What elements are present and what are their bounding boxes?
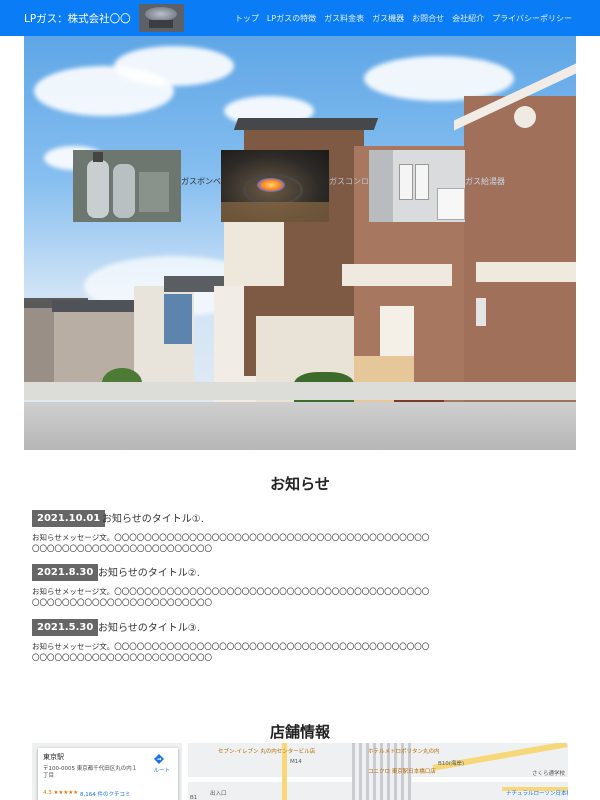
- nav-gas-appliances[interactable]: ガス機器: [372, 13, 404, 24]
- map-label: さくら通学校: [532, 771, 566, 777]
- news-message: お知らせメッセージ文。〇〇〇〇〇〇〇〇〇〇〇〇〇〇〇〇〇〇〇〇〇〇〇〇〇〇〇〇〇…: [32, 587, 430, 607]
- site-header: LPガス：株式会社〇〇 トップ LPガスの特徴 ガス料金表 ガス機器 お問合せ …: [0, 0, 600, 36]
- nav-privacy-policy[interactable]: プライバシーポリシー: [492, 13, 572, 24]
- water-heater-caption[interactable]: ガス給湯器: [465, 176, 505, 187]
- map-reviews-link[interactable]: 8,164 件のクチコミ: [80, 790, 131, 798]
- map-label: ホテルメトロポリタン丸の内: [368, 749, 440, 755]
- map-label: B1: [190, 795, 198, 800]
- map-label: 出入口: [210, 791, 227, 797]
- map-label: ナチュラルローソン日本橋二丁目店: [506, 791, 568, 797]
- map-place-card: 東京駅 〒100-0005 東京都千代田区丸の内１丁目 4.3 ★★★★★ 8,…: [38, 748, 178, 800]
- gas-cylinder-caption[interactable]: ガスボンベ: [181, 176, 221, 187]
- store-heading: 店舗情報: [269, 723, 330, 741]
- news-message: お知らせメッセージ文。〇〇〇〇〇〇〇〇〇〇〇〇〇〇〇〇〇〇〇〇〇〇〇〇〇〇〇〇〇…: [32, 533, 430, 553]
- news-date: 2021.5.30: [32, 619, 99, 636]
- news-title[interactable]: お知らせのタイトル②.: [98, 564, 200, 579]
- news-date: 2021.8.30: [32, 564, 99, 581]
- nav-company[interactable]: 会社紹介: [452, 13, 484, 24]
- google-map[interactable]: セブン-イレブン 丸の内センタービル店 ホテルメトロポリタン丸の内 コニクロ 東…: [32, 743, 568, 800]
- map-place-address: 〒100-0005 東京都千代田区丸の内１丁目: [43, 766, 138, 779]
- main-nav: トップ LPガスの特徴 ガス料金表 ガス機器 お問合せ 会社紹介 プライバシーポ…: [235, 0, 572, 36]
- news-title[interactable]: お知らせのタイトル①.: [102, 510, 204, 525]
- news-message: お知らせメッセージ文。〇〇〇〇〇〇〇〇〇〇〇〇〇〇〇〇〇〇〇〇〇〇〇〇〇〇〇〇〇…: [32, 642, 430, 662]
- news-title[interactable]: お知らせのタイトル③.: [98, 619, 200, 634]
- map-label: M14: [290, 759, 302, 765]
- news-heading: お知らせ: [270, 475, 330, 493]
- nav-contact[interactable]: お問合せ: [412, 13, 444, 24]
- nav-gas-rates[interactable]: ガス料金表: [324, 13, 364, 24]
- hero-image: ガスボンベ ガスコンロ ガス給湯器: [24, 36, 576, 450]
- gas-stove-caption[interactable]: ガスコンロ: [329, 176, 369, 187]
- gas-cylinder-thumbnail[interactable]: [73, 150, 181, 222]
- map-label: コニクロ 東京駅日本橋口店: [368, 769, 436, 775]
- map-label: B10(海岸): [438, 761, 465, 767]
- directions-icon[interactable]: [154, 754, 164, 764]
- news-date: 2021.10.01: [32, 510, 106, 527]
- map-place-name: 東京駅: [43, 753, 64, 761]
- map-route-label[interactable]: ルート: [153, 766, 170, 774]
- nav-lpgas-features[interactable]: LPガスの特徴: [267, 13, 316, 24]
- nav-top[interactable]: トップ: [235, 13, 259, 24]
- map-label: セブン-イレブン 丸の内センタービル店: [218, 749, 316, 755]
- water-heater-thumbnail[interactable]: [369, 150, 465, 222]
- brand-thumbnail: [138, 4, 184, 32]
- site-brand[interactable]: LPガス：株式会社〇〇: [24, 11, 131, 26]
- street: [24, 402, 576, 450]
- map-place-rating: 4.3 ★★★★★: [43, 790, 79, 796]
- gas-stove-thumbnail[interactable]: [221, 150, 329, 222]
